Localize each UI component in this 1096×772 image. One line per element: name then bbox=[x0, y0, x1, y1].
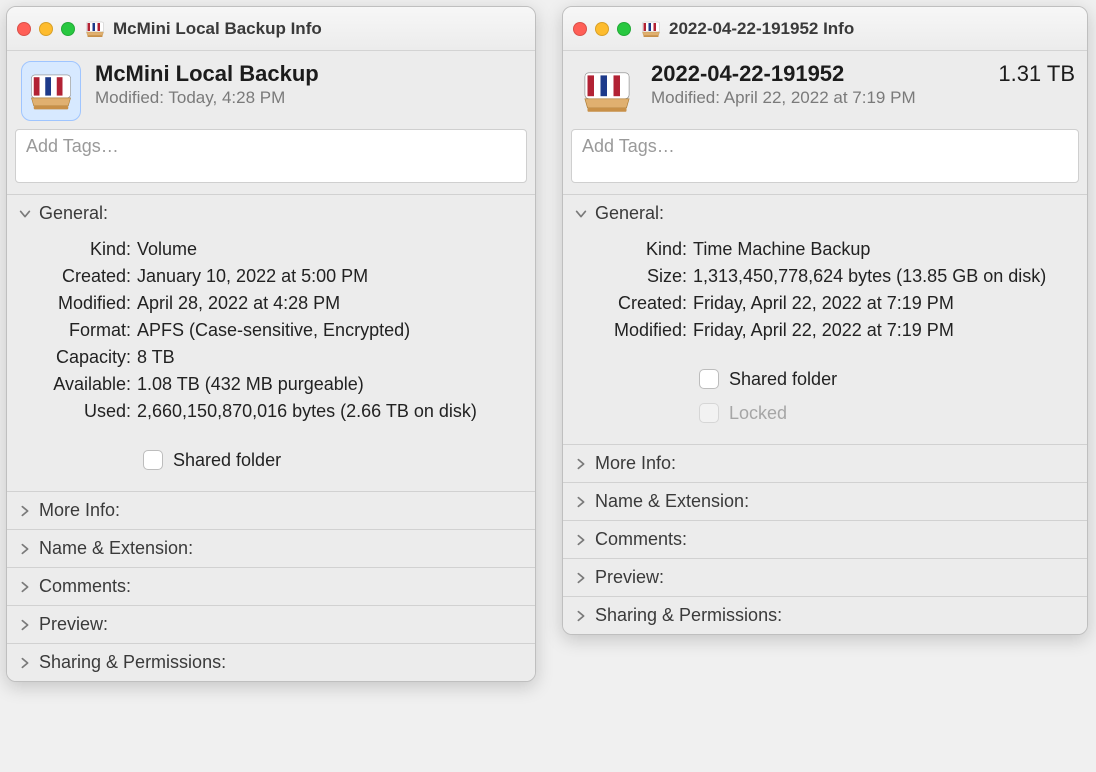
info-header: 2022-04-22-191952 1.31 TB Modified: Apri… bbox=[563, 51, 1087, 129]
tags-field bbox=[7, 129, 535, 194]
modified-summary: Modified: Today, 4:28 PM bbox=[95, 88, 523, 108]
value: January 10, 2022 at 5:00 PM bbox=[137, 263, 525, 290]
label: Modified: bbox=[573, 317, 693, 344]
label: Modified: bbox=[17, 290, 137, 317]
chevron-down-icon bbox=[573, 206, 589, 222]
section-title: Name & Extension: bbox=[595, 491, 749, 512]
label: Format: bbox=[17, 317, 137, 344]
shared-folder-label: Shared folder bbox=[729, 362, 837, 396]
shared-folder-checkbox[interactable] bbox=[143, 450, 163, 470]
section-body-general: Kind:Volume Created:January 10, 2022 at … bbox=[7, 232, 535, 491]
section-title: General: bbox=[39, 203, 108, 224]
section-header-comments[interactable]: Comments: bbox=[7, 568, 535, 605]
value: 1.08 TB (432 MB purgeable) bbox=[137, 371, 525, 398]
minimize-icon[interactable] bbox=[595, 22, 609, 36]
label: Capacity: bbox=[17, 344, 137, 371]
chevron-down-icon bbox=[17, 206, 33, 222]
locked-checkbox bbox=[699, 403, 719, 423]
value: Friday, April 22, 2022 at 7:19 PM bbox=[693, 290, 1077, 317]
shared-folder-checkbox[interactable] bbox=[699, 369, 719, 389]
section-header-comments[interactable]: Comments: bbox=[563, 521, 1087, 558]
item-size: 1.31 TB bbox=[998, 61, 1075, 87]
section-title: Preview: bbox=[595, 567, 664, 588]
label: Available: bbox=[17, 371, 137, 398]
label: Used: bbox=[17, 398, 137, 425]
section-header-more-info[interactable]: More Info: bbox=[7, 492, 535, 529]
section-title: Preview: bbox=[39, 614, 108, 635]
zoom-icon[interactable] bbox=[61, 22, 75, 36]
chevron-right-icon bbox=[17, 617, 33, 633]
value: Volume bbox=[137, 236, 525, 263]
value: 8 TB bbox=[137, 344, 525, 371]
section-title: Comments: bbox=[595, 529, 687, 550]
chevron-right-icon bbox=[573, 456, 589, 472]
value: Time Machine Backup bbox=[693, 236, 1077, 263]
section-header-name-extension[interactable]: Name & Extension: bbox=[563, 483, 1087, 520]
label: Size: bbox=[573, 263, 693, 290]
item-name: McMini Local Backup bbox=[95, 61, 319, 87]
chevron-right-icon bbox=[573, 494, 589, 510]
label: Created: bbox=[17, 263, 137, 290]
window-title: McMini Local Backup Info bbox=[113, 19, 322, 39]
drive-icon bbox=[641, 19, 661, 39]
section-general: General: Kind:Time Machine Backup Size:1… bbox=[563, 194, 1087, 444]
info-window-right: 2022-04-22-191952 Info 2022-04-22-191952… bbox=[562, 6, 1088, 635]
titlebar[interactable]: 2022-04-22-191952 Info bbox=[563, 7, 1087, 51]
section-title: More Info: bbox=[595, 453, 676, 474]
info-window-left: McMini Local Backup Info McMini Local Ba… bbox=[6, 6, 536, 682]
value: Friday, April 22, 2022 at 7:19 PM bbox=[693, 317, 1077, 344]
section-title: More Info: bbox=[39, 500, 120, 521]
info-header: McMini Local Backup Modified: Today, 4:2… bbox=[7, 51, 535, 129]
chevron-right-icon bbox=[17, 503, 33, 519]
drive-icon bbox=[21, 61, 81, 121]
section-title: Sharing & Permissions: bbox=[39, 652, 226, 673]
chevron-right-icon bbox=[573, 532, 589, 548]
chevron-right-icon bbox=[573, 570, 589, 586]
item-name: 2022-04-22-191952 bbox=[651, 61, 844, 87]
section-header-more-info[interactable]: More Info: bbox=[563, 445, 1087, 482]
label: Created: bbox=[573, 290, 693, 317]
value: APFS (Case-sensitive, Encrypted) bbox=[137, 317, 525, 344]
chevron-right-icon bbox=[17, 541, 33, 557]
tags-input[interactable] bbox=[571, 129, 1079, 183]
section-body-general: Kind:Time Machine Backup Size:1,313,450,… bbox=[563, 232, 1087, 444]
value: 1,313,450,778,624 bytes (13.85 GB on dis… bbox=[693, 263, 1077, 290]
close-icon[interactable] bbox=[17, 22, 31, 36]
drive-icon bbox=[85, 19, 105, 39]
traffic-lights bbox=[573, 22, 631, 36]
section-header-general[interactable]: General: bbox=[563, 195, 1087, 232]
section-general: General: Kind:Volume Created:January 10,… bbox=[7, 194, 535, 491]
modified-summary: Modified: April 22, 2022 at 7:19 PM bbox=[651, 88, 1075, 108]
window-title: 2022-04-22-191952 Info bbox=[669, 19, 854, 39]
section-title: Comments: bbox=[39, 576, 131, 597]
section-header-general[interactable]: General: bbox=[7, 195, 535, 232]
section-title: General: bbox=[595, 203, 664, 224]
zoom-icon[interactable] bbox=[617, 22, 631, 36]
close-icon[interactable] bbox=[573, 22, 587, 36]
value: 2,660,150,870,016 bytes (2.66 TB on disk… bbox=[137, 398, 525, 425]
label: Kind: bbox=[573, 236, 693, 263]
section-header-preview[interactable]: Preview: bbox=[7, 606, 535, 643]
minimize-icon[interactable] bbox=[39, 22, 53, 36]
section-title: Name & Extension: bbox=[39, 538, 193, 559]
section-header-sharing[interactable]: Sharing & Permissions: bbox=[7, 644, 535, 681]
shared-folder-label: Shared folder bbox=[173, 443, 281, 477]
tags-field bbox=[563, 129, 1087, 194]
chevron-right-icon bbox=[17, 579, 33, 595]
locked-label: Locked bbox=[729, 396, 787, 430]
value: April 28, 2022 at 4:28 PM bbox=[137, 290, 525, 317]
chevron-right-icon bbox=[573, 608, 589, 624]
section-header-name-extension[interactable]: Name & Extension: bbox=[7, 530, 535, 567]
titlebar[interactable]: McMini Local Backup Info bbox=[7, 7, 535, 51]
traffic-lights bbox=[17, 22, 75, 36]
tags-input[interactable] bbox=[15, 129, 527, 183]
section-header-preview[interactable]: Preview: bbox=[563, 559, 1087, 596]
section-header-sharing[interactable]: Sharing & Permissions: bbox=[563, 597, 1087, 634]
section-title: Sharing & Permissions: bbox=[595, 605, 782, 626]
chevron-right-icon bbox=[17, 655, 33, 671]
drive-icon bbox=[577, 61, 637, 121]
label: Kind: bbox=[17, 236, 137, 263]
